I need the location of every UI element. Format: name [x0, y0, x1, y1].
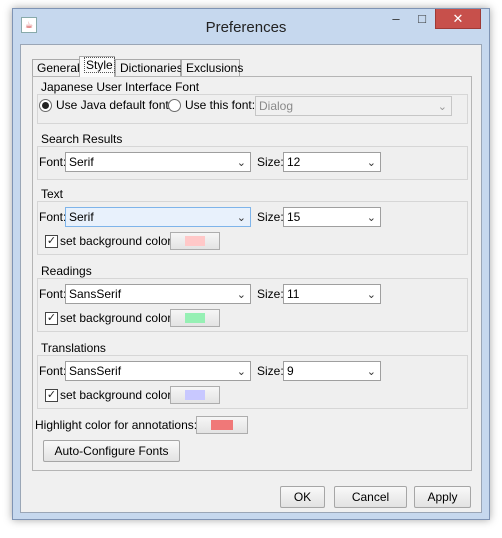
group-title: Readings [41, 264, 92, 278]
readings-bg-checkbox[interactable]: ✓ [45, 312, 58, 325]
style-tab-panel: Japanese User Interface Font Use Java de… [32, 76, 472, 471]
use-default-font-radio[interactable] [39, 99, 52, 112]
group-title: Search Results [41, 132, 123, 146]
text-group: Text Font: Serif ⌄ Size: 15 ⌄ ✓ set back… [37, 187, 468, 255]
japanese-ui-font-group: Japanese User Interface Font Use Java de… [37, 80, 468, 124]
chevron-down-icon: ⌄ [236, 366, 246, 378]
close-button[interactable]: ✕ [435, 9, 481, 29]
highlight-color-label: Highlight color for annotations: [35, 418, 198, 432]
use-default-font-label: Use Java default font [56, 98, 169, 112]
text-size-select[interactable]: 15 ⌄ [283, 207, 381, 227]
dialog-content: General Style Dictionaries Exclusions Ja… [20, 44, 482, 513]
font-label: Font: [39, 210, 67, 224]
tab-exclusions[interactable]: Exclusions [181, 59, 243, 77]
chevron-down-icon: ⌄ [366, 212, 376, 224]
font-label: Font: [39, 287, 67, 301]
tab-dictionaries[interactable]: Dictionaries [115, 59, 183, 77]
chevron-down-icon: ⌄ [366, 366, 376, 378]
tab-general[interactable]: General [32, 59, 80, 77]
translations-group: Translations Font: SansSerif ⌄ Size: 9 ⌄… [37, 341, 468, 409]
auto-configure-fonts-button[interactable]: Auto-Configure Fonts [43, 440, 180, 462]
readings-size-select[interactable]: 11 ⌄ [283, 284, 381, 304]
color-swatch [185, 236, 205, 246]
chevron-down-icon: ⌄ [437, 101, 447, 113]
readings-bg-label: set background color: [60, 311, 175, 325]
text-bg-color-button[interactable] [170, 232, 220, 250]
translations-bg-color-button[interactable] [170, 386, 220, 404]
font-label: Font: [39, 364, 67, 378]
highlight-color-button[interactable] [196, 416, 248, 434]
ok-button[interactable]: OK [280, 486, 325, 508]
text-bg-checkbox[interactable]: ✓ [45, 235, 58, 248]
group-title: Text [41, 187, 64, 201]
preferences-window: ☕ Preferences – □ ✕ General Style Dictio… [12, 8, 490, 520]
color-swatch [211, 420, 233, 430]
apply-button[interactable]: Apply [414, 486, 471, 508]
size-label: Size: [257, 364, 284, 378]
translations-size-select[interactable]: 9 ⌄ [283, 361, 381, 381]
group-title: Japanese User Interface Font [41, 80, 200, 94]
translations-font-select[interactable]: SansSerif ⌄ [65, 361, 251, 381]
group-title: Translations [41, 341, 106, 355]
chevron-down-icon: ⌄ [236, 157, 246, 169]
font-label: Font: [39, 155, 67, 169]
size-label: Size: [257, 287, 284, 301]
chevron-down-icon: ⌄ [366, 157, 376, 169]
size-label: Size: [257, 155, 284, 169]
color-swatch [185, 390, 205, 400]
maximize-button[interactable]: □ [409, 9, 435, 29]
chevron-down-icon: ⌄ [236, 212, 246, 224]
readings-font-select[interactable]: SansSerif ⌄ [65, 284, 251, 304]
cancel-button[interactable]: Cancel [334, 486, 407, 508]
tab-style[interactable]: Style [79, 56, 115, 77]
title-bar[interactable]: ☕ Preferences – □ ✕ [13, 9, 489, 43]
minimize-button[interactable]: – [383, 9, 409, 29]
chevron-down-icon: ⌄ [366, 289, 376, 301]
size-label: Size: [257, 210, 284, 224]
use-this-font-label: Use this font: [185, 98, 256, 112]
translations-bg-label: set background color: [60, 388, 175, 402]
readings-bg-color-button[interactable] [170, 309, 220, 327]
search-results-size-select[interactable]: 12 ⌄ [283, 152, 381, 172]
readings-group: Readings Font: SansSerif ⌄ Size: 11 ⌄ ✓ … [37, 264, 468, 332]
use-this-font-radio[interactable] [168, 99, 181, 112]
color-swatch [185, 313, 205, 323]
japanese-font-select[interactable]: Dialog ⌄ [255, 96, 452, 116]
search-results-group: Search Results Font: Serif ⌄ Size: 12 ⌄ [37, 132, 468, 180]
text-bg-label: set background color: [60, 234, 175, 248]
text-font-select[interactable]: Serif ⌄ [65, 207, 251, 227]
chevron-down-icon: ⌄ [236, 289, 246, 301]
search-results-font-select[interactable]: Serif ⌄ [65, 152, 251, 172]
translations-bg-checkbox[interactable]: ✓ [45, 389, 58, 402]
